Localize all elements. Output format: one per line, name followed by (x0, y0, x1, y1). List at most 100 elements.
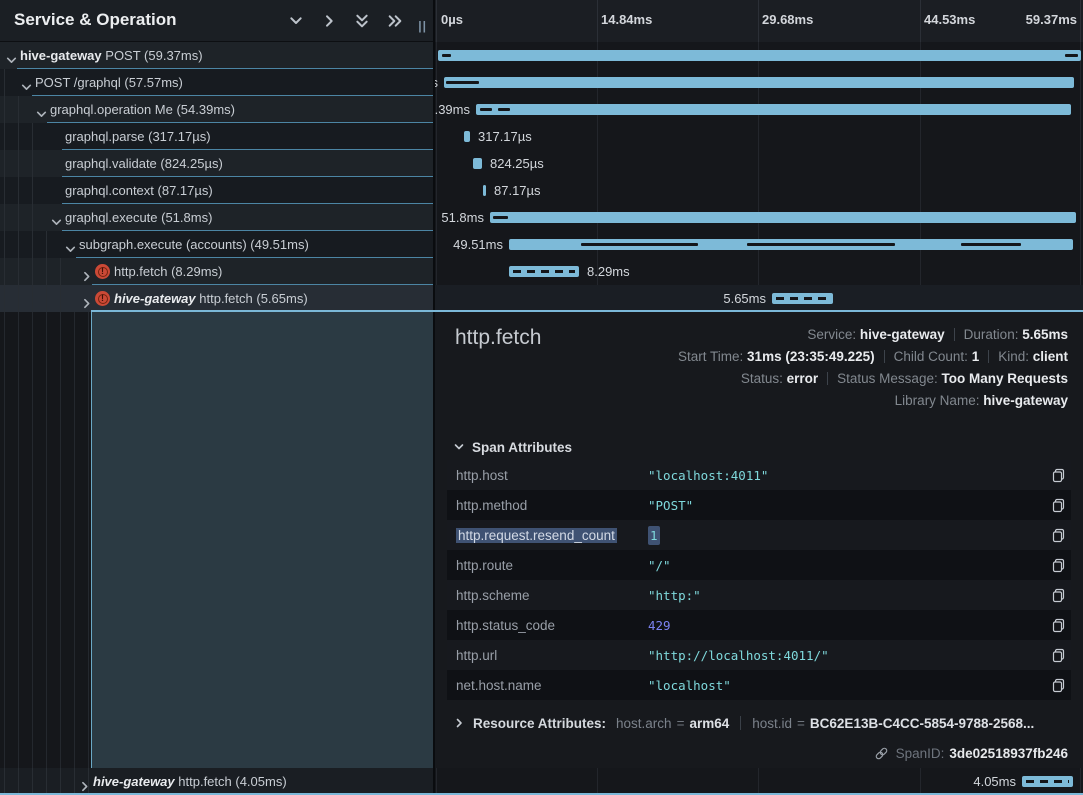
indent-guide (4, 231, 5, 258)
tree-row[interactable]: subgraph.execute (accounts) (49.51ms) (0, 231, 433, 258)
tree-row[interactable]: hive-gateway http.fetch (5.65ms) (0, 285, 433, 312)
span-duration-bar[interactable] (476, 104, 1071, 115)
attribute-row[interactable]: http.scheme"http:" (447, 580, 1071, 610)
span-duration-bar[interactable] (483, 185, 486, 196)
tree-row[interactable]: graphql.parse (317.17µs) (0, 123, 433, 150)
span-meta-line: Start Time: 31ms (23:35:49.225)Child Cou… (678, 346, 1068, 368)
meta-separator (988, 350, 989, 363)
bar-duration-label: 4.05ms (973, 768, 1016, 795)
indent-guide (4, 312, 5, 795)
tree-panel-header: Service & Operation || (0, 0, 433, 42)
meta-value: 1 (972, 349, 980, 364)
chevron-down-icon[interactable] (5, 49, 18, 62)
span-label: graphql.parse (317.17µs) (65, 123, 211, 150)
error-status-icon (95, 291, 110, 306)
span-label: graphql.execute (51.8ms) (65, 204, 212, 231)
chevron-right-icon[interactable] (80, 292, 93, 305)
copy-button[interactable] (1045, 468, 1071, 483)
resource-separator (740, 716, 741, 730)
chevron-down-icon[interactable] (50, 211, 63, 224)
service-name: hive-gateway (114, 291, 196, 306)
span-label: graphql.operation Me (54.39ms) (50, 96, 235, 123)
tree-row[interactable]: graphql.validate (824.25µs) (0, 150, 433, 177)
indent-guide (46, 285, 47, 312)
attribute-value: "POST" (648, 498, 1045, 513)
chevron-right-icon[interactable] (321, 13, 337, 29)
attribute-row[interactable]: http.host"localhost:4011" (447, 460, 1071, 490)
meta-label: Status: (741, 371, 787, 386)
attribute-row[interactable]: http.status_code429 (447, 610, 1071, 640)
panel-resize-handle[interactable]: || (418, 19, 427, 33)
attribute-row[interactable]: http.request.resend_count1 (447, 520, 1071, 550)
tree-row[interactable]: graphql.context (87.17µs) (0, 177, 433, 204)
timeline-row[interactable]: 54.39ms (435, 96, 1083, 123)
tree-row[interactable]: graphql.operation Me (54.39ms) (0, 96, 433, 123)
span-id-value: 3de02518937fb246 (949, 746, 1068, 761)
span-duration-bar[interactable] (490, 212, 1076, 223)
indent-guide (88, 312, 89, 795)
copy-button[interactable] (1045, 618, 1071, 633)
chevron-down-icon[interactable] (288, 13, 304, 29)
timeline-row[interactable]: 824.25µs (435, 150, 1083, 177)
timeline-row[interactable] (435, 42, 1083, 69)
ruler-tick-label: 44.53ms (924, 12, 975, 27)
attribute-key: http.scheme (447, 588, 648, 603)
span-name-title: http.fetch (455, 326, 541, 350)
span-duration-bar[interactable] (473, 158, 482, 169)
timeline-row[interactable]: 317.17µs (435, 123, 1083, 150)
attribute-row[interactable]: net.host.name"localhost" (447, 670, 1071, 700)
tree-row[interactable]: graphql.execute (51.8ms) (0, 204, 433, 231)
tree-row[interactable]: hive-gateway POST (59.37ms) (0, 42, 433, 69)
copy-button[interactable] (1045, 648, 1071, 663)
ruler-gridline (758, 0, 759, 42)
attribute-row[interactable]: http.route"/" (447, 550, 1071, 580)
tree-row[interactable]: http.fetch (8.29ms) (0, 258, 433, 285)
bar-duration-label: 57.57ms (435, 69, 438, 96)
timeline-row[interactable]: 8.29ms (435, 258, 1083, 285)
tree-row-bottom[interactable]: hive-gateway http.fetch (4.05ms) (0, 768, 433, 795)
attribute-row[interactable]: http.method"POST" (447, 490, 1071, 520)
timeline-row[interactable]: 57.57ms (435, 69, 1083, 96)
timeline-row[interactable]: 51.8ms (435, 204, 1083, 231)
chevron-right-icon[interactable] (78, 775, 91, 788)
chevron-down-icon[interactable] (20, 76, 33, 89)
copy-button[interactable] (1045, 528, 1071, 543)
chevron-down-icon[interactable] (64, 238, 77, 251)
double-chevron-down-icon[interactable] (354, 13, 370, 29)
indent-guide (74, 312, 75, 795)
chevron-down-icon (453, 441, 465, 453)
attribute-key: net.host.name (447, 678, 648, 693)
span-label: POST /graphql (57.57ms) (35, 69, 183, 96)
double-chevron-right-icon[interactable] (387, 13, 403, 29)
span-duration-bar[interactable] (464, 131, 470, 142)
timeline-row[interactable]: 87.17µs (435, 177, 1083, 204)
indent-guide (18, 150, 19, 177)
copy-button[interactable] (1045, 498, 1071, 513)
tree-row[interactable]: POST /graphql (57.57ms) (0, 69, 433, 96)
resource-key: host.arch (616, 716, 672, 731)
span-attributes-header[interactable]: Span Attributes (453, 440, 572, 455)
copy-button[interactable] (1045, 558, 1071, 573)
span-duration-bar[interactable] (438, 50, 1081, 61)
copy-button[interactable] (1045, 588, 1071, 603)
service-name: hive-gateway (93, 774, 175, 789)
meta-value: client (1033, 349, 1068, 364)
chevron-down-icon[interactable] (35, 103, 48, 116)
attribute-value: "/" (648, 558, 1045, 573)
timeline-row[interactable]: 5.65ms (435, 285, 1083, 312)
indent-guide (4, 177, 5, 204)
meta-separator (884, 350, 885, 363)
link-icon[interactable] (874, 746, 889, 761)
indent-guide (32, 150, 33, 177)
attribute-key: http.host (447, 468, 648, 483)
child-span-marker (480, 108, 492, 111)
indent-guide (32, 285, 33, 312)
bar-duration-label: 824.25µs (490, 150, 544, 177)
copy-button[interactable] (1045, 678, 1071, 693)
chevron-right-icon[interactable] (80, 265, 93, 278)
timeline-row-bottom[interactable]: 4.05ms (435, 768, 1083, 795)
resource-attributes-row[interactable]: Resource Attributes:host.arch=arm64host.… (453, 716, 1034, 731)
span-duration-bar[interactable] (444, 77, 1074, 88)
timeline-row[interactable]: 49.51ms (435, 231, 1083, 258)
attribute-row[interactable]: http.url"http://localhost:4011/" (447, 640, 1071, 670)
